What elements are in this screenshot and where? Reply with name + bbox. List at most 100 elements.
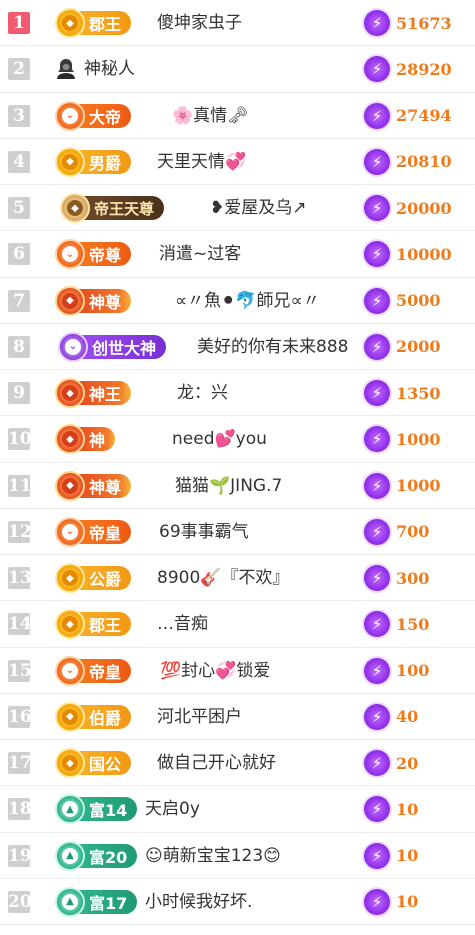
rank-number: 5 (8, 197, 30, 219)
user-name[interactable]: 69事事霸气 (159, 509, 249, 555)
leaderboard-row[interactable]: 3 ⌄ 大帝 🌸真情🗝 ⚡ 27494 (0, 93, 475, 139)
badge-label: 创世大神 (78, 334, 167, 359)
score: ⚡ 20810 (364, 148, 452, 176)
score: ⚡ 10 (364, 888, 418, 916)
lightning-bolt-icon: ⚡ (364, 56, 390, 83)
score: ⚡ 5000 (364, 287, 441, 315)
score-value: 40 (396, 707, 419, 727)
medal-icon: ◆ (55, 748, 85, 778)
lightning-bolt-icon: ⚡ (364, 333, 390, 360)
leaderboard-row[interactable]: 6 ⌄ 帝尊 消遣~过客 ⚡ 10000 (0, 231, 475, 278)
leaderboard-row[interactable]: 7 ◆ 神尊 ∝〃魚⚫🐬師兄∝〃 ⚡ 5000 (0, 278, 475, 324)
medal-icon: ◆ (55, 563, 85, 593)
lightning-bolt-icon: ⚡ (364, 287, 390, 314)
user-name[interactable]: 🌸真情🗝 (172, 93, 249, 139)
lightning-bolt-icon: ⚡ (364, 102, 390, 129)
score-value: 28920 (396, 59, 452, 79)
user-name[interactable]: 8900🎸『不欢』 (157, 555, 289, 601)
score-value: 10 (396, 799, 419, 819)
score-value: 20 (396, 753, 419, 773)
leaderboard-row[interactable]: 17 ◆ 国公 做自己开心就好 ⚡ 20 (0, 740, 475, 787)
rank-number: 16 (8, 705, 32, 728)
score: ⚡ 51673 (364, 9, 452, 37)
user-name[interactable]: 美好的你有未来888 (197, 324, 348, 370)
score: ⚡ 300 (364, 564, 429, 592)
badge-label: 帝王天尊 (80, 196, 165, 220)
score-value: 1350 (396, 383, 441, 403)
medal-icon: ◆ (55, 285, 85, 316)
score-value: 5000 (396, 291, 441, 310)
score-value: 20000 (396, 198, 452, 218)
leaderboard-row[interactable]: 12 ⌄ 帝皇 69事事霸气 ⚡ 700 (0, 509, 475, 555)
leaderboard-row[interactable]: 8 ⌄ 创世大神 美好的你有未来888 ⚡ 2000 (0, 324, 475, 370)
user-name[interactable]: 天启0y (145, 786, 200, 832)
rank-number: 4 (8, 150, 30, 173)
leaderboard-row[interactable]: 10 ◆ 神 need💕you ⚡ 1000 (0, 416, 475, 463)
leaderboard-row[interactable]: 2 神秘人 ⚡ 28920 (0, 46, 475, 93)
score-value: 300 (396, 568, 430, 588)
rank-number: 8 (8, 335, 30, 358)
rank-badge: ◆ 神王 (55, 378, 132, 408)
user-name[interactable]: …音痴 (157, 601, 208, 647)
rank-badge: ◆ 公爵 (55, 563, 132, 593)
score-value: 27494 (396, 106, 452, 125)
user-name[interactable]: ❥爱屋及乌↗ (210, 185, 307, 231)
rank-number: 7 (8, 289, 30, 312)
score: ⚡ 150 (364, 610, 429, 638)
rank-number: 14 (8, 613, 32, 636)
score: ⚡ 700 (364, 518, 429, 546)
rank-badge: ⌄ 大帝 (55, 100, 132, 131)
lightning-bolt-icon: ⚡ (364, 750, 390, 776)
user-name[interactable]: 小时候我好坏. (145, 879, 252, 925)
leaderboard-row[interactable]: 15 ⌄ 帝皇 💯封心💞锁爱 ⚡ 100 (0, 648, 475, 694)
medal-icon: ▲ (55, 840, 85, 871)
score: ⚡ 1000 (364, 425, 441, 453)
leaderboard-row[interactable]: 5 ◆ 帝王天尊 ❥爱屋及乌↗ ⚡ 20000 (0, 185, 475, 232)
user-name[interactable]: 做自己开心就好 (157, 740, 276, 786)
leaderboard-row[interactable]: 1 ◆ 郡王 傻坤家虫子 ⚡ 51673 (0, 0, 475, 47)
score-value: 100 (396, 661, 430, 680)
leaderboard-row[interactable]: 16 ◆ 伯爵 河北平困户 ⚡ 40 (0, 694, 475, 740)
lightning-bolt-icon: ⚡ (364, 148, 390, 175)
user-name[interactable]: 河北平困户 (157, 694, 242, 740)
user-name[interactable]: 猫猫🌱JING.7 (175, 463, 282, 509)
user-name[interactable]: 龙：兴 (177, 370, 228, 416)
rank-badge: ◆ 国公 (55, 748, 132, 778)
user-name[interactable]: 傻坤家虫子 (157, 0, 242, 46)
medal-icon: ⌄ (55, 655, 85, 686)
user-name[interactable]: ☺萌新宝宝123😊 (145, 833, 281, 879)
leaderboard-row[interactable]: 9 ◆ 神王 龙：兴 ⚡ 1350 (0, 370, 475, 417)
user-name[interactable]: 神秘人 (84, 46, 135, 92)
rank-number: 18 (8, 798, 32, 821)
score-value: 20810 (396, 152, 452, 172)
rank-number: 11 (8, 474, 32, 497)
leaderboard-row[interactable]: 13 ◆ 公爵 8900🎸『不欢』 ⚡ 300 (0, 555, 475, 602)
user-name[interactable]: 消遣~过客 (159, 231, 241, 277)
leaderboard-row[interactable]: 14 ◆ 郡王 …音痴 ⚡ 150 (0, 601, 475, 648)
lightning-bolt-icon: ⚡ (364, 241, 390, 268)
rank-number: 20 (8, 890, 32, 913)
medal-icon: ◆ (55, 470, 85, 501)
leaderboard-row[interactable]: 19 ▲ 富20 ☺萌新宝宝123😊 ⚡ 10 (0, 833, 475, 879)
rank-badge: ◆ 男爵 (55, 146, 132, 177)
rank-number: 9 (8, 382, 30, 404)
rank-badge: ◆ 神尊 (55, 285, 132, 316)
leaderboard-row[interactable]: 20 ▲ 富17 小时候我好坏. ⚡ 10 (0, 879, 475, 925)
user-name[interactable]: 天里天情💞 (157, 139, 246, 185)
score: ⚡ 10000 (364, 240, 452, 268)
leaderboard-row[interactable]: 4 ◆ 男爵 天里天情💞 ⚡ 20810 (0, 139, 475, 185)
medal-icon: ⌄ (58, 331, 88, 362)
lightning-bolt-icon: ⚡ (364, 518, 390, 545)
rank-number: 6 (8, 243, 30, 266)
user-name[interactable]: ∝〃魚⚫🐬師兄∝〃 (175, 278, 320, 324)
leaderboard-row[interactable]: 11 ◆ 神尊 猫猫🌱JING.7 ⚡ 1000 (0, 463, 475, 509)
user-name[interactable]: 💯封心💞锁爱 (160, 648, 270, 694)
rank-badge: ◆ 帝王天尊 (60, 193, 165, 223)
score: ⚡ 2000 (364, 333, 441, 361)
lightning-bolt-icon: ⚡ (364, 611, 390, 638)
lightning-bolt-icon: ⚡ (364, 472, 390, 499)
score-value: 10 (396, 846, 419, 865)
rank-badge: ◆ 伯爵 (55, 701, 132, 732)
leaderboard-row[interactable]: 18 ▲ 富14 天启0y ⚡ 10 (0, 786, 475, 833)
user-name[interactable]: need💕you (172, 416, 267, 462)
